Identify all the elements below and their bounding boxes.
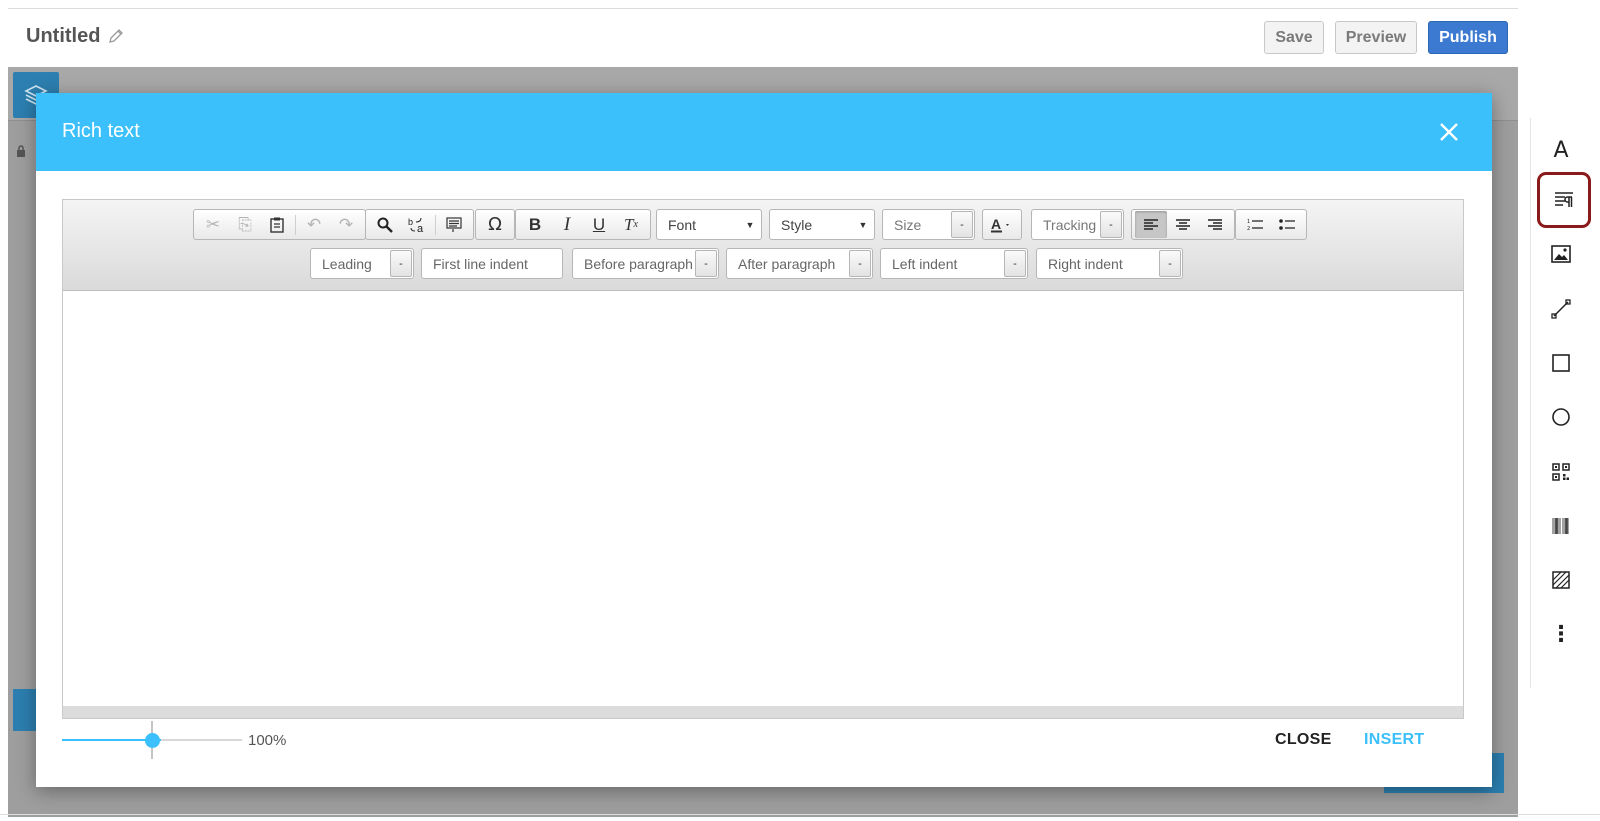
qr-code-icon[interactable] <box>1539 450 1583 494</box>
svg-text:b: b <box>408 217 413 227</box>
chevron-down-icon: ▼ <box>858 219 868 230</box>
editor-toolbar: ✂ ⎘ ↶ ↷ ba Ω B I U T x Font ▼ Style ▼ Si… <box>63 200 1463 291</box>
clipboard-group: ✂ ⎘ ↶ ↷ <box>193 209 366 240</box>
top-bar: Untitled Save Preview Publish <box>8 9 1518 67</box>
italic-icon[interactable]: I <box>551 211 583 238</box>
find-group: ba <box>365 209 474 240</box>
svg-text:1: 1 <box>1247 219 1250 225</box>
undo-icon[interactable]: ↶ <box>298 211 330 238</box>
right-indent-select[interactable]: Right indent - <box>1036 248 1183 279</box>
ellipse-icon[interactable] <box>1539 395 1583 439</box>
save-button[interactable]: Save <box>1264 21 1324 54</box>
numbered-list-icon[interactable]: 12 <box>1239 211 1271 238</box>
svg-text:a: a <box>417 223 424 234</box>
dropdown-icon[interactable]: - <box>390 250 412 277</box>
alignment-group <box>1131 209 1235 240</box>
leading-select[interactable]: Leading - <box>310 248 414 279</box>
align-left-icon[interactable] <box>1135 211 1167 238</box>
document-title[interactable]: Untitled <box>26 25 100 48</box>
underline-icon[interactable]: U <box>583 211 615 238</box>
image-icon[interactable] <box>1539 232 1583 276</box>
close-button[interactable]: CLOSE <box>1275 731 1332 749</box>
dropdown-icon[interactable]: - <box>849 250 871 277</box>
more-icon[interactable]: ⋮ <box>1539 612 1583 656</box>
redo-icon[interactable]: ↷ <box>330 211 362 238</box>
replace-icon[interactable]: ba <box>401 211 433 238</box>
zoom-slider-thumb[interactable] <box>145 733 160 748</box>
first-line-indent-select[interactable]: First line indent <box>421 248 563 279</box>
editor-resize-bar[interactable] <box>63 706 1463 718</box>
pencil-icon[interactable] <box>108 28 124 44</box>
text-icon[interactable]: A <box>1539 128 1583 172</box>
rich-text-editor: ✂ ⎘ ↶ ↷ ba Ω B I U T x Font ▼ Style ▼ Si… <box>62 199 1464 719</box>
after-paragraph-select[interactable]: After paragraph - <box>726 248 873 279</box>
find-icon[interactable] <box>369 211 401 238</box>
divider <box>0 814 1600 815</box>
dropdown-icon[interactable]: - <box>1100 211 1122 238</box>
lock-icon <box>17 145 25 157</box>
dropdown-icon[interactable]: - <box>1159 250 1181 277</box>
special-character-icon[interactable]: Ω <box>479 211 511 238</box>
remove-format-icon[interactable]: Tx <box>615 211 647 238</box>
paste-icon[interactable] <box>261 211 293 238</box>
zoom-level: 100% <box>248 732 287 749</box>
font-select[interactable]: Font ▼ <box>656 209 762 240</box>
svg-text:2: 2 <box>1247 226 1250 232</box>
pattern-icon[interactable] <box>1539 558 1583 602</box>
bulleted-list-icon[interactable] <box>1271 211 1303 238</box>
right-toolbar: A ⋮ <box>1530 118 1591 688</box>
select-all-icon[interactable] <box>438 211 470 238</box>
dropdown-icon[interactable]: - <box>951 211 973 238</box>
size-select[interactable]: Size - <box>882 209 975 240</box>
style-select[interactable]: Style ▼ <box>769 209 875 240</box>
align-center-icon[interactable] <box>1167 211 1199 238</box>
special-char-group: Ω <box>475 209 515 240</box>
rich-text-icon[interactable] <box>1537 172 1591 228</box>
formatting-group: B I U Tx <box>515 209 651 240</box>
text-color-icon[interactable]: A <box>985 211 1019 238</box>
dialog-title: Rich text <box>62 120 140 142</box>
rectangle-icon[interactable] <box>1539 341 1583 385</box>
separator <box>295 214 296 235</box>
left-indent-select[interactable]: Left indent - <box>880 248 1028 279</box>
rich-text-dialog: Rich text ✂ ⎘ ↶ ↷ ba Ω B I U T x Font ▼ … <box>36 93 1492 787</box>
close-icon[interactable] <box>1436 119 1462 145</box>
editor-content-area[interactable] <box>63 291 1463 697</box>
separator <box>435 214 436 235</box>
align-right-icon[interactable] <box>1199 211 1231 238</box>
copy-icon[interactable]: ⎘ <box>229 211 261 238</box>
list-group: 12 <box>1235 209 1307 240</box>
before-paragraph-select[interactable]: Before paragraph - <box>572 248 719 279</box>
text-color-group: A <box>982 209 1022 240</box>
insert-button[interactable]: INSERT <box>1364 731 1424 749</box>
dropdown-icon[interactable]: - <box>695 250 717 277</box>
bold-icon[interactable]: B <box>519 211 551 238</box>
cut-icon[interactable]: ✂ <box>197 211 229 238</box>
barcode-icon[interactable] <box>1539 504 1583 548</box>
dropdown-icon[interactable]: - <box>1004 250 1026 277</box>
line-icon[interactable] <box>1539 287 1583 331</box>
svg-text:A: A <box>991 217 1001 232</box>
publish-button[interactable]: Publish <box>1428 21 1508 54</box>
chevron-down-icon: ▼ <box>745 219 755 230</box>
preview-button[interactable]: Preview <box>1335 21 1417 54</box>
tracking-select[interactable]: Tracking - <box>1031 209 1124 240</box>
dialog-header: Rich text <box>36 93 1492 171</box>
